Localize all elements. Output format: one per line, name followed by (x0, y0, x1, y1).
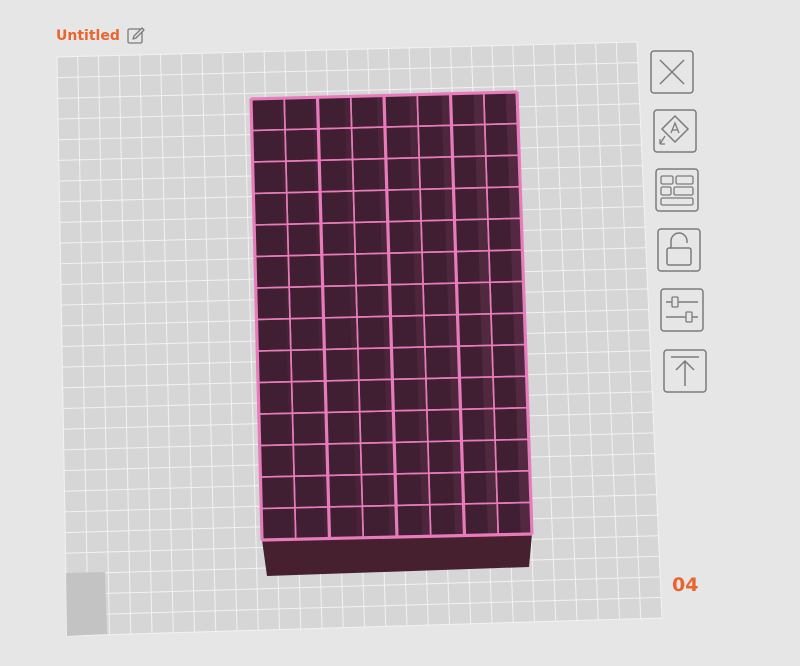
compartment-shadow (486, 503, 499, 535)
arrange-icon (655, 168, 699, 212)
unlock-icon (657, 228, 701, 272)
compartment-shadow (483, 408, 496, 441)
compartment-shadow (481, 345, 494, 378)
lock-toggle-button[interactable] (657, 228, 701, 272)
auto-orient-icon (653, 109, 697, 153)
compartment-shadow (480, 313, 493, 346)
compartment-shadow (482, 376, 495, 409)
compartment-shadow (477, 219, 489, 251)
compartment-shadow (475, 156, 487, 188)
sliders-icon (660, 288, 704, 332)
arrange-button[interactable] (655, 168, 699, 212)
arrow-up-to-line-icon (663, 349, 707, 393)
lay-flat-button[interactable] (663, 349, 707, 393)
compartment-shadow (479, 282, 491, 315)
compartment-shadow (484, 440, 497, 472)
page-number: 04 (672, 574, 699, 596)
side-toolbar (650, 50, 714, 400)
close-icon (650, 50, 694, 94)
compartment-shadow (485, 471, 498, 504)
origin-corner-marker (66, 572, 107, 636)
settings-button[interactable] (660, 288, 704, 332)
compartment-shadow (473, 92, 485, 125)
organizer-model[interactable] (249, 90, 534, 576)
compartment-shadow (476, 187, 488, 220)
compartment-shadow (478, 250, 490, 283)
auto-orient-button[interactable] (653, 109, 697, 153)
compartment-shadow (474, 124, 486, 157)
close-button[interactable] (650, 50, 694, 94)
